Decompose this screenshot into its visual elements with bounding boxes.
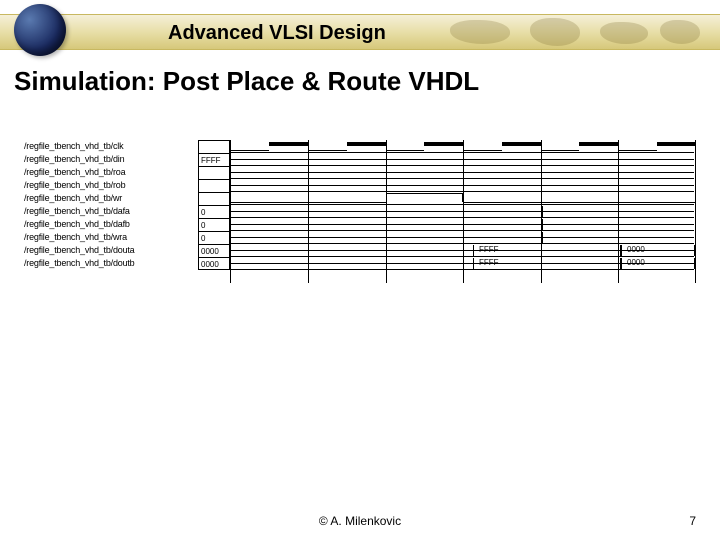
globe-icon <box>14 4 66 56</box>
signal-name: /regfile_tbench_vhd_tb/dafa <box>24 205 196 218</box>
signal-name: /regfile_tbench_vhd_tb/wra <box>24 231 196 244</box>
waveform-viewer: /regfile_tbench_vhd_tb/clk /regfile_tben… <box>24 140 694 290</box>
wave-row-roa <box>231 166 694 179</box>
signal-name: /regfile_tbench_vhd_tb/douta <box>24 244 196 257</box>
wave-row-rob <box>231 179 694 192</box>
bus-value: 0000 <box>627 258 645 267</box>
footer-page-number: 7 <box>689 514 696 528</box>
signal-name: /regfile_tbench_vhd_tb/rob <box>24 179 196 192</box>
signal-name: /regfile_tbench_vhd_tb/din <box>24 153 196 166</box>
signal-value: 0 <box>198 231 230 244</box>
wave-row-clk <box>231 140 694 153</box>
page-title: Simulation: Post Place & Route VHDL <box>14 66 479 97</box>
signal-name: /regfile_tbench_vhd_tb/roa <box>24 166 196 179</box>
bus-value: 0000 <box>627 245 645 254</box>
bus-value: FFFF <box>479 245 499 254</box>
signal-name: /regfile_tbench_vhd_tb/doutb <box>24 257 196 270</box>
signal-name: /regfile_tbench_vhd_tb/dafb <box>24 218 196 231</box>
wave-row-dafa <box>231 205 694 218</box>
signal-name: /regfile_tbench_vhd_tb/clk <box>24 140 196 153</box>
signal-value: 0 <box>198 218 230 231</box>
signal-value <box>198 179 230 192</box>
wave-row-douta: FFFF 0000 <box>231 244 694 257</box>
signal-name-column: /regfile_tbench_vhd_tb/clk /regfile_tben… <box>24 140 196 270</box>
signal-value <box>198 192 230 205</box>
bus-value: FFFF <box>479 258 499 267</box>
signal-value <box>198 166 230 179</box>
wave-plot-area: FFFF 0000 FFFF 0000 <box>230 140 694 283</box>
wave-row-dafb <box>231 218 694 231</box>
wave-row-din <box>231 153 694 166</box>
wave-row-doutb: FFFF 0000 <box>231 257 694 270</box>
signal-value: 0000 <box>198 257 230 270</box>
signal-value: 0000 <box>198 244 230 257</box>
footer-author: © A. Milenkovic <box>0 514 720 528</box>
signal-value: FFFF <box>198 153 230 166</box>
header-map-decor <box>440 14 720 50</box>
signal-name: /regfile_tbench_vhd_tb/wr <box>24 192 196 205</box>
course-title: Advanced VLSI Design <box>168 22 386 45</box>
time-gridline <box>695 140 696 283</box>
signal-value-column: FFFF 0 0 0 0000 0000 <box>198 140 230 270</box>
signal-value: 0 <box>198 205 230 218</box>
wave-row-wra <box>231 231 694 244</box>
signal-value <box>198 140 230 153</box>
wave-row-wr <box>231 192 694 205</box>
